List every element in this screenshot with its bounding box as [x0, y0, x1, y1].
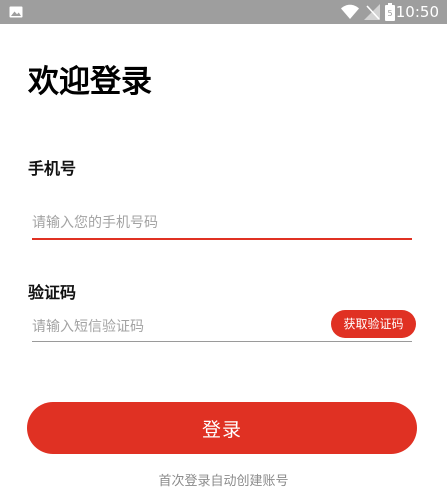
code-input[interactable]	[32, 314, 322, 340]
signal-icon	[364, 4, 380, 20]
gallery-icon	[9, 6, 23, 18]
phone-label: 手机号	[28, 159, 77, 178]
wifi-icon	[341, 4, 359, 19]
status-bar: 5 10:50	[0, 0, 447, 24]
status-time: 10:50	[395, 3, 439, 21]
phone-input[interactable]	[32, 210, 412, 236]
battery-level: 5	[387, 9, 392, 18]
phone-field	[32, 210, 412, 240]
auto-register-hint: 首次登录自动创建账号	[158, 474, 289, 489]
code-label: 验证码	[28, 283, 77, 302]
battery-icon: 5	[385, 3, 395, 21]
page-title: 欢迎登录	[28, 64, 152, 100]
code-field: 获取验证码	[32, 310, 416, 342]
get-code-button[interactable]: 获取验证码	[331, 310, 416, 338]
login-button[interactable]: 登录	[27, 402, 417, 454]
